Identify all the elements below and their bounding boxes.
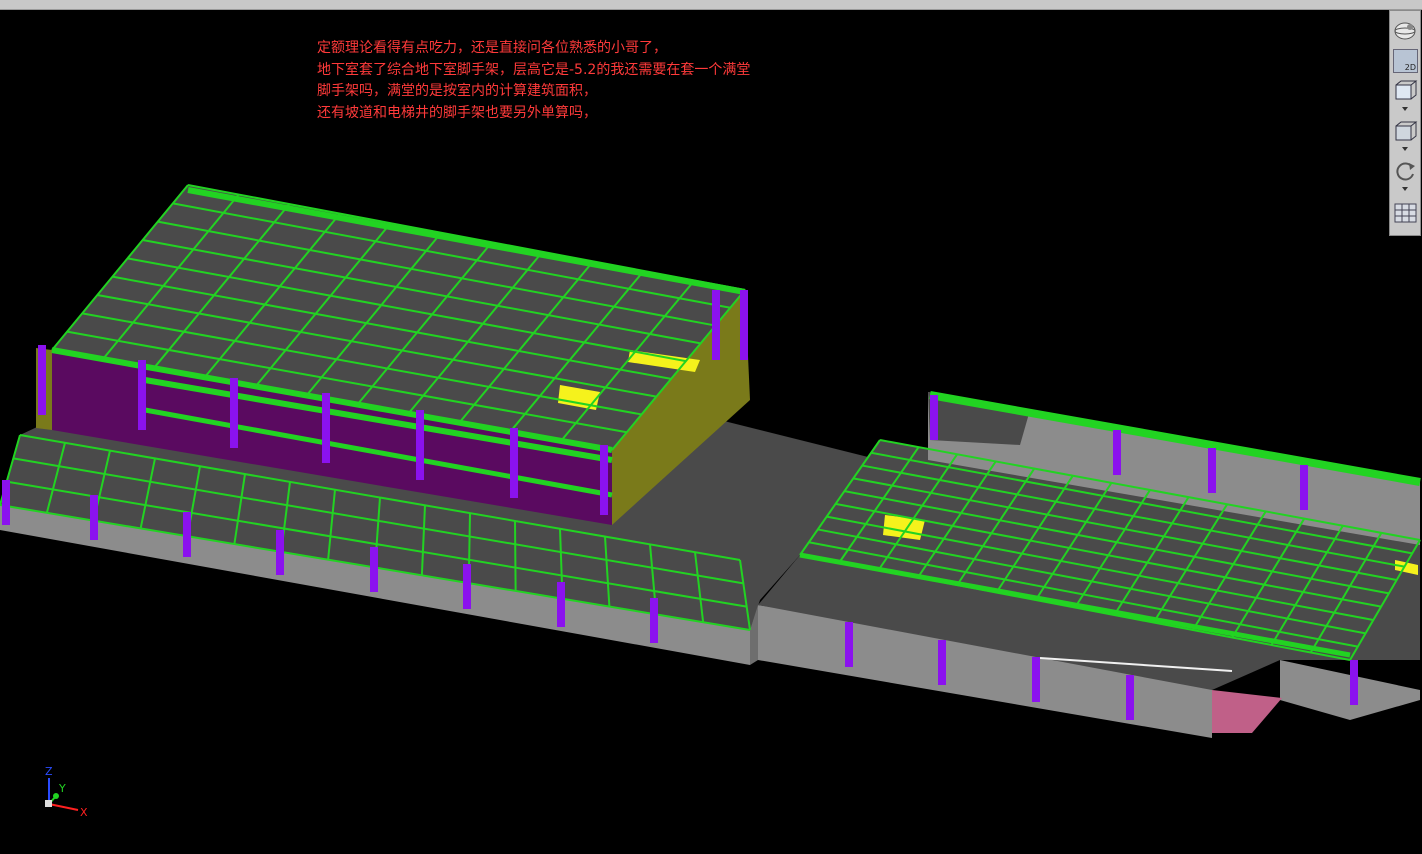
- basement-column: [845, 622, 853, 667]
- upper-column: [138, 360, 146, 430]
- right-column: [930, 395, 938, 440]
- right-column: [1300, 465, 1308, 510]
- upper-column: [600, 445, 608, 515]
- upper-column: [510, 428, 518, 498]
- upper-column: [38, 345, 46, 415]
- view-2d-label: 2D: [1404, 63, 1416, 72]
- note-line-2: 地下室套了综合地下室脚手架，层高它是-5.2的我还需要在套一个满堂: [317, 61, 751, 78]
- basement-left-beam-u: [514, 520, 517, 591]
- note-line-1: 定额理论看得有点吃力，还是直接问各位熟悉的小哥了，: [317, 40, 667, 56]
- right-column: [1113, 430, 1121, 475]
- axis-z-label: Z: [45, 765, 53, 778]
- box-wire-dropdown-icon[interactable]: [1402, 147, 1408, 151]
- note-line-4: 还有坡道和电梯井的脚手架也要另外单算吗，: [317, 104, 597, 121]
- axis-x-label: X: [80, 806, 88, 819]
- layer-grid-icon[interactable]: [1393, 201, 1418, 225]
- basement-column: [557, 582, 565, 627]
- axis-indicator: Z Y X: [45, 765, 88, 819]
- upper-column: [416, 410, 424, 480]
- ramp-face: [1212, 690, 1282, 733]
- basement-column: [276, 530, 284, 575]
- upper-column: [740, 290, 748, 360]
- view-2d-icon[interactable]: 2D: [1393, 49, 1418, 73]
- axis-y-label: Y: [58, 782, 66, 795]
- basement-column: [1126, 675, 1134, 720]
- basement-column: [650, 598, 658, 643]
- right-column: [1208, 448, 1216, 493]
- upper-column: [230, 378, 238, 448]
- basement-column: [90, 495, 98, 540]
- box-view-dropdown-icon[interactable]: [1402, 107, 1408, 111]
- basement-column: [463, 564, 471, 609]
- orbit-icon[interactable]: [1393, 19, 1418, 43]
- basement-column: [1032, 657, 1040, 702]
- basement-column: [370, 547, 378, 592]
- basement-column: [938, 640, 946, 685]
- question-note: 定额理论看得有点吃力，还是直接问各位熟悉的小哥了， 地下室套了综合地下室脚手架，…: [317, 38, 750, 124]
- upper-column: [712, 290, 720, 360]
- upper-column: [322, 393, 330, 463]
- box-view-icon[interactable]: [1393, 79, 1418, 103]
- window-top-strip: [0, 0, 1422, 10]
- right-column: [1350, 660, 1358, 705]
- model-viewport[interactable]: [0, 10, 1422, 854]
- basement-column: [183, 512, 191, 557]
- note-line-3: 脚手架吗，满堂的是按室内的计算建筑面积，: [317, 83, 597, 99]
- box-wire-icon[interactable]: [1393, 119, 1418, 143]
- rotate-icon[interactable]: [1393, 159, 1418, 183]
- basement-column: [2, 480, 10, 525]
- view-toolbar: 2D: [1389, 10, 1421, 236]
- rotate-dropdown-icon[interactable]: [1402, 187, 1408, 191]
